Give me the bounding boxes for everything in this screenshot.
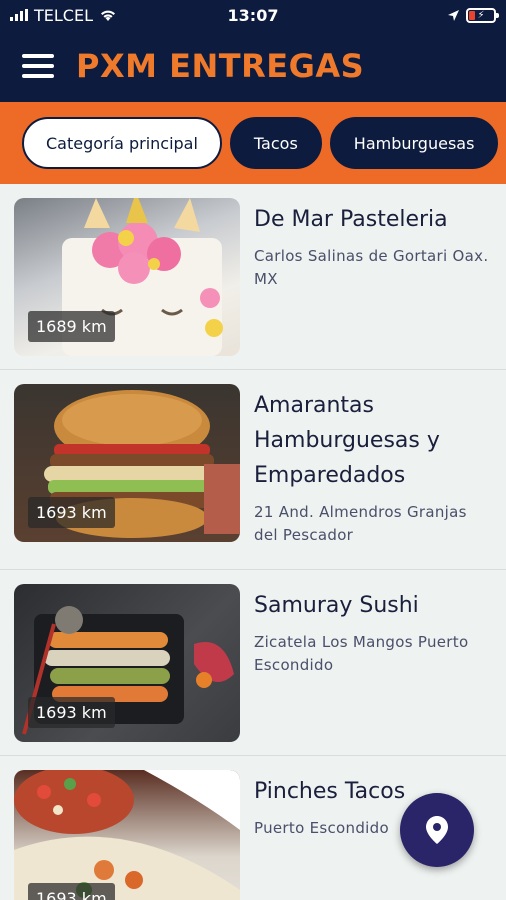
restaurant-image: 1693 km xyxy=(14,584,240,742)
distance-badge: 1693 km xyxy=(28,883,115,900)
restaurant-address: Puerto Escondido xyxy=(254,819,389,837)
app-title: PXM ENTREGAS xyxy=(76,47,365,85)
restaurant-image: 1693 km xyxy=(14,384,240,542)
restaurant-address: Zicatela Los Mangos Puerto Escondido xyxy=(254,633,469,674)
restaurant-image: 1689 km xyxy=(14,198,240,356)
restaurant-card[interactable]: 1693 km Amarantas Hamburguesas y Empared… xyxy=(0,370,506,570)
restaurant-card[interactable]: 1693 km Samuray Sushi Zicatela Los Mango… xyxy=(0,570,506,756)
status-time: 13:07 xyxy=(227,5,279,25)
restaurant-address: Carlos Salinas de Gortari Oax. MX xyxy=(254,247,489,288)
restaurant-image: 1693 km xyxy=(14,770,240,900)
restaurant-name: Samuray Sushi xyxy=(254,593,419,618)
restaurant-info: Samuray Sushi Zicatela Los Mangos Puerto… xyxy=(254,584,492,741)
restaurant-address: 21 And. Almendros Granjas del Pescador xyxy=(254,503,467,544)
location-pin-icon xyxy=(426,816,448,844)
tacos-illustration xyxy=(14,770,240,900)
restaurant-info: Amarantas Hamburguesas y Emparedados 21 … xyxy=(254,384,492,555)
location-arrow-icon xyxy=(448,9,459,21)
status-right: ⚡ xyxy=(447,7,499,23)
status-left: TELCEL xyxy=(10,6,117,25)
restaurant-name: Amarantas Hamburguesas y Emparedados xyxy=(254,393,440,488)
restaurant-info: Pinches Tacos Puerto Escondido xyxy=(254,770,405,900)
category-chip-tacos[interactable]: Tacos xyxy=(229,117,322,169)
battery-icon: ⚡ xyxy=(466,7,499,23)
category-bar: Categoría principal Tacos Hamburguesas xyxy=(0,102,506,184)
restaurant-info: De Mar Pasteleria Carlos Salinas de Gort… xyxy=(254,198,492,355)
distance-badge: 1693 km xyxy=(28,697,115,728)
restaurant-name: Pinches Tacos xyxy=(254,779,406,804)
app-header: PXM ENTREGAS xyxy=(0,30,506,102)
wifi-icon xyxy=(101,10,115,21)
status-bar: TELCEL 13:07 ⚡ xyxy=(0,0,506,30)
restaurant-name: De Mar Pasteleria xyxy=(254,207,448,232)
distance-badge: 1693 km xyxy=(28,497,115,528)
category-chip-principal[interactable]: Categoría principal xyxy=(22,117,222,169)
restaurant-card[interactable]: 1689 km De Mar Pasteleria Carlos Salinas… xyxy=(0,184,506,370)
signal-icon xyxy=(10,9,28,21)
distance-badge: 1689 km xyxy=(28,311,115,342)
hamburger-menu-icon[interactable] xyxy=(22,54,54,78)
category-chip-hamburguesas[interactable]: Hamburguesas xyxy=(329,117,499,169)
carrier-label: TELCEL xyxy=(34,5,93,25)
location-fab-button[interactable] xyxy=(400,793,474,867)
